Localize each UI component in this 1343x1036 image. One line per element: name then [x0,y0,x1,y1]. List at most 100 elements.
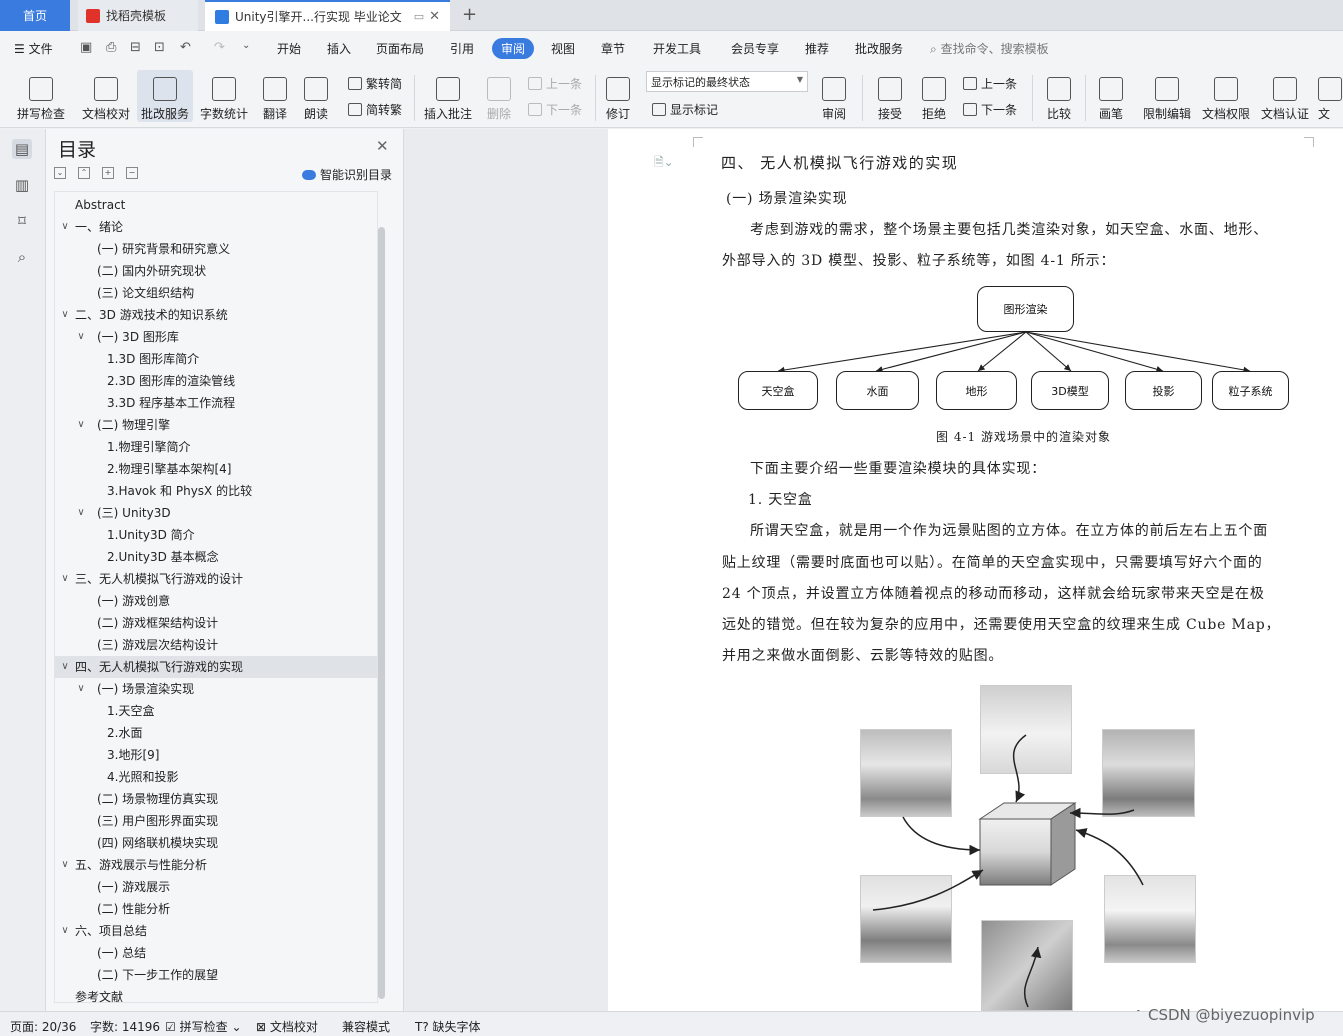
monitor-icon[interactable]: ▭ [414,10,424,23]
menu-review[interactable]: 审阅 [492,38,535,59]
toc-item[interactable]: (二) 场景物理仿真实现 [55,788,377,810]
doc-permission-button[interactable]: 文档权限 [1199,70,1253,122]
doc-cert-button[interactable]: 文档认证 [1258,70,1312,122]
compare-button[interactable]: 比较 [1040,70,1078,122]
redo-icon[interactable]: ↷ [214,40,225,55]
chevron-down-icon[interactable]: ∨ [59,304,71,326]
quick-access-dropdown-icon[interactable]: ⌄ [242,40,250,51]
menu-view[interactable]: 视图 [551,40,575,57]
menu-devtools[interactable]: 开发工具 [653,40,701,57]
toc-item[interactable]: (一) 研究背景和研究意义 [55,238,377,260]
toc-item[interactable]: 2.3D 图形库的渲染管线 [55,370,377,392]
document-page[interactable]: 🗎⌄ 四、 无人机模拟飞行游戏的实现 (一) 场景渲染实现 考虑到游戏的需求，整… [608,129,1343,1011]
toc-item[interactable]: ∨ 六、项目总结 [55,920,377,942]
smart-toc-button[interactable]: 智能识别目录 [302,166,392,183]
toc-item[interactable]: (三) 游戏层次结构设计 [55,634,377,656]
trad-to-simp-button[interactable]: 繁转简 [348,75,402,92]
menu-chapter[interactable]: 章节 [601,40,625,57]
toc-item[interactable]: Abstract [55,194,377,216]
read-aloud-button[interactable]: 朗读 [299,70,333,122]
command-search[interactable]: ⌕ 查找命令、搜索模板 [930,40,1049,57]
status-spell-check[interactable]: ☑ 拼写检查 ⌄ [165,1018,242,1035]
spell-check-button[interactable]: 拼写检查 [10,70,72,122]
markup-state-select[interactable]: 显示标记的最终状态 ▼ [646,71,808,92]
toc-panel-icon[interactable]: ▤ [12,139,32,159]
status-proof[interactable]: ⊠ 文档校对 [256,1018,318,1035]
toc-scrollbar[interactable] [378,227,385,999]
menu-insert[interactable]: 插入 [327,40,351,57]
accept-button[interactable]: 接受 [872,70,908,122]
toc-item[interactable]: (一) 游戏展示 [55,876,377,898]
bookmark-icon[interactable]: ⌑ [12,211,32,231]
new-tab-button[interactable]: + [462,4,477,25]
toc-item[interactable]: ∨ 一、绪论 [55,216,377,238]
remove-heading-icon[interactable]: − [126,167,138,179]
undo-icon[interactable]: ↶ [180,40,191,55]
toc-item[interactable]: (三) 论文组织结构 [55,282,377,304]
toc-item[interactable]: ∨ (二) 物理引擎 [55,414,377,436]
chevron-down-icon[interactable]: ∨ [75,502,87,524]
toc-item[interactable]: ∨ (一) 场景渲染实现 [55,678,377,700]
save-icon[interactable]: ▣ [80,40,92,55]
toc-item[interactable]: ∨ 三、无人机模拟飞行游戏的设计 [55,568,377,590]
more-ribbon-button[interactable]: 文 [1318,70,1343,122]
file-menu[interactable]: ☰ 文件 [14,40,53,57]
menu-start[interactable]: 开始 [277,40,301,57]
tab-document[interactable]: Unity引擎开...行实现 毕业论文 ▭ ✕ [205,0,450,31]
toc-item[interactable]: 1.3D 图形库简介 [55,348,377,370]
toc-item[interactable]: (一) 总结 [55,942,377,964]
print-preview-icon[interactable]: ⊡ [154,40,165,55]
reject-button[interactable]: 拒绝 [916,70,952,122]
menu-reference[interactable]: 引用 [450,40,474,57]
toc-item[interactable]: 1.Unity3D 简介 [55,524,377,546]
toc-item[interactable]: 2.水面 [55,722,377,744]
collapse-all-icon[interactable]: ⌄ [54,167,66,179]
toc-item[interactable]: 2.Unity3D 基本概念 [55,546,377,568]
word-count-indicator[interactable]: 字数: 14196 [90,1018,160,1035]
chevron-down-icon[interactable]: ∨ [59,216,71,238]
page-indicator[interactable]: 页面: 20/36 [10,1018,76,1035]
doc-proof-button[interactable]: 文档校对 [78,70,134,122]
chevron-down-icon[interactable]: ∨ [59,854,71,876]
correction-service-button[interactable]: 批改服务 [137,70,193,122]
expand-up-icon[interactable]: ⌃ [78,167,90,179]
toc-item[interactable]: ∨ 四、无人机模拟飞行游戏的实现 [55,656,377,678]
translate-button[interactable]: 翻译 [255,70,295,122]
missing-font-button[interactable]: T? 缺失字体 [415,1018,481,1035]
toc-item[interactable]: 3.地形[9] [55,744,377,766]
tab-template[interactable]: 找稻壳模板 [78,0,198,31]
toc-item[interactable]: (二) 性能分析 [55,898,377,920]
toc-item[interactable]: (三) 用户图形界面实现 [55,810,377,832]
toc-item[interactable]: (二) 下一步工作的展望 [55,964,377,986]
chapter-nav-icon[interactable]: ▥ [12,175,32,195]
add-heading-icon[interactable]: + [102,167,114,179]
word-count-button[interactable]: 字数统计 [197,70,251,122]
chevron-down-icon[interactable]: ∨ [59,656,71,678]
chevron-down-icon[interactable]: ∨ [59,920,71,942]
track-changes-button[interactable]: 修订 [600,70,636,122]
toc-item[interactable]: 3.3D 程序基本工作流程 [55,392,377,414]
paragraph-menu-icon[interactable]: 🗎⌄ [654,153,674,174]
toc-item[interactable]: (一) 游戏创意 [55,590,377,612]
delete-comment-button[interactable]: 删除 [480,70,518,122]
toc-item[interactable]: ∨ (三) Unity3D [55,502,377,524]
close-tab-icon[interactable]: ✕ [429,9,440,24]
toc-item[interactable]: 参考文献 [55,986,377,1008]
show-markup-button[interactable]: 显示标记 [652,101,718,118]
toc-item[interactable]: 1.物理引擎简介 [55,436,377,458]
simp-to-trad-button[interactable]: 简转繁 [348,101,402,118]
pen-button[interactable]: 画笔 [1094,70,1128,122]
export-pdf-icon[interactable]: ⎙ [106,40,116,55]
menu-correction[interactable]: 批改服务 [855,40,903,57]
toc-item[interactable]: 3.Havok 和 PhysX 的比较 [55,480,377,502]
toc-item[interactable]: ∨ (一) 3D 图形库 [55,326,377,348]
prev-comment-button[interactable]: 上一条 [528,75,582,92]
review-pane-button[interactable]: 审阅 [815,70,853,122]
chevron-down-icon[interactable]: ∨ [59,568,71,590]
next-comment-button[interactable]: 下一条 [528,101,582,118]
find-icon[interactable]: ⌕ [12,247,32,267]
toc-item[interactable]: 2.物理引擎基本架构[4] [55,458,377,480]
menu-recommend[interactable]: 推荐 [805,40,829,57]
print-icon[interactable]: ⊟ [130,40,141,55]
restrict-edit-button[interactable]: 限制编辑 [1140,70,1194,122]
